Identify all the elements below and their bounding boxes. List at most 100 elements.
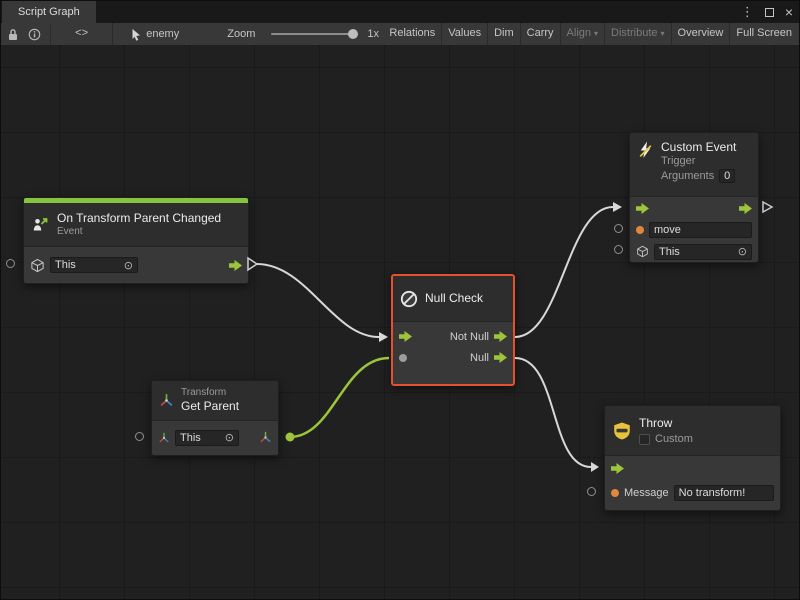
node-custom-event[interactable]: Custom Event Trigger Arguments 0 move xyxy=(629,132,759,263)
zoom-slider-handle[interactable] xyxy=(348,29,358,39)
input-port-circle[interactable] xyxy=(6,259,15,268)
string-input-port[interactable] xyxy=(611,489,619,497)
wire-null-to-throw xyxy=(515,358,591,467)
node-header: Custom Event Trigger Arguments 0 xyxy=(630,133,758,197)
zoom-label: Zoom xyxy=(227,28,255,40)
transform-icon xyxy=(159,393,174,408)
tab-bar: Script Graph ⋮ × xyxy=(1,1,799,23)
flow-port-row xyxy=(605,456,780,480)
node-header: On Transform Parent Changed Event xyxy=(24,203,248,247)
node-throw[interactable]: Throw Custom Message No transform! xyxy=(604,405,781,511)
object-picker-icon: ⊙ xyxy=(221,431,234,444)
values-button[interactable]: Values xyxy=(441,23,487,45)
value-output-dot xyxy=(286,433,295,442)
input-port-circle[interactable] xyxy=(614,224,623,233)
message-label: Message xyxy=(624,487,669,499)
value-input-port[interactable] xyxy=(399,354,407,362)
node-subtitle: Event xyxy=(57,226,221,238)
custom-event-bolt-icon xyxy=(637,140,654,160)
toolbar-separator xyxy=(112,23,113,45)
graph-window: Script Graph ⋮ × <> enemy Zoom 1x Relati… xyxy=(0,0,800,600)
window-controls: ⋮ × xyxy=(741,1,793,23)
port-label: Null xyxy=(470,352,489,364)
chevron-down-icon: ▾ xyxy=(594,29,598,38)
graph-cursor-icon xyxy=(131,28,142,41)
tab-label: Script Graph xyxy=(18,6,80,18)
arguments-label: Arguments xyxy=(661,170,714,182)
chevron-down-icon: ▾ xyxy=(661,29,665,38)
target-dropdown[interactable]: This ⊙ xyxy=(175,430,239,446)
flow-input-port-icon[interactable] xyxy=(636,203,649,214)
cube-icon xyxy=(636,245,649,258)
flow-input-port-icon[interactable] xyxy=(399,331,412,342)
close-icon[interactable]: × xyxy=(785,1,793,23)
overview-button[interactable]: Overview xyxy=(671,23,730,45)
cube-icon xyxy=(30,258,45,273)
node-title: Throw xyxy=(639,416,693,431)
graph-canvas[interactable]: On Transform Parent Changed Event This ⊙ xyxy=(1,45,799,599)
event-name-field[interactable]: move xyxy=(649,222,752,238)
flow-end-triangle xyxy=(763,202,772,212)
transform-icon xyxy=(158,432,170,444)
target-dropdown[interactable]: This ⊙ xyxy=(50,257,138,273)
event-name-row: move xyxy=(630,219,758,241)
toolbar-separator xyxy=(50,23,51,45)
relations-button[interactable]: Relations xyxy=(383,23,441,45)
message-field[interactable]: No transform! xyxy=(674,485,774,501)
lock-icon[interactable] xyxy=(7,28,19,41)
info-icon[interactable] xyxy=(28,28,41,41)
flow-output-port-icon[interactable] xyxy=(229,260,242,271)
zoom-slider[interactable] xyxy=(271,33,355,35)
align-button[interactable]: Align▾ xyxy=(560,23,604,45)
graph-name: enemy xyxy=(146,28,179,40)
input-port-circle[interactable] xyxy=(135,432,144,441)
target-port-row: This ⊙ xyxy=(152,421,278,454)
wire-notnull-to-customevent xyxy=(515,207,613,337)
flow-output-port-icon[interactable] xyxy=(739,203,752,214)
fullscreen-button[interactable]: Full Screen xyxy=(729,23,798,45)
transform-output-port-icon[interactable] xyxy=(259,431,272,444)
tab-script-graph[interactable]: Script Graph xyxy=(2,1,96,23)
target-dropdown[interactable]: This ⊙ xyxy=(654,244,752,260)
input-port-circle[interactable] xyxy=(614,245,623,254)
target-port-row: This ⊙ xyxy=(630,241,758,262)
node-header: Transform Get Parent xyxy=(152,381,278,421)
flow-port-row xyxy=(630,197,758,219)
node-on-transform-parent-changed[interactable]: On Transform Parent Changed Event This ⊙ xyxy=(23,197,249,284)
code-icon[interactable]: <> xyxy=(75,28,88,40)
node-title: Get Parent xyxy=(181,399,239,414)
node-get-parent[interactable]: Transform Get Parent This ⊙ xyxy=(151,380,279,456)
distribute-button[interactable]: Distribute▾ xyxy=(604,23,670,45)
flow-output-port-icon[interactable] xyxy=(494,352,507,363)
message-port-row: Message No transform! xyxy=(605,480,780,506)
null-port-row: Null xyxy=(393,347,513,368)
wire-getparent-to-nullcheck xyxy=(290,358,389,437)
carry-button[interactable]: Carry xyxy=(520,23,560,45)
flow-output-port-icon[interactable] xyxy=(494,331,507,342)
maximize-icon[interactable] xyxy=(765,8,774,17)
kebab-menu-icon[interactable]: ⋮ xyxy=(741,1,754,23)
object-picker-icon: ⊙ xyxy=(734,245,747,258)
node-title: Null Check xyxy=(425,291,483,306)
node-null-check[interactable]: Null Check Not Null Null xyxy=(391,274,515,386)
toolbar-buttons: Relations Values Dim Carry Align▾ Distri… xyxy=(383,23,798,45)
custom-checkbox[interactable] xyxy=(639,434,650,445)
node-category: Transform xyxy=(181,387,239,399)
event-person-icon xyxy=(31,216,50,234)
string-input-port[interactable] xyxy=(636,226,644,234)
flow-start-triangle xyxy=(248,258,257,270)
custom-label: Custom xyxy=(655,433,693,445)
null-check-icon xyxy=(400,290,418,308)
zoom-value: 1x xyxy=(367,28,379,40)
flow-input-port-icon[interactable] xyxy=(611,463,624,474)
node-subtitle: Trigger xyxy=(661,155,736,167)
wire-arrowhead xyxy=(591,462,599,472)
wire-event-to-nullcheck xyxy=(257,264,379,337)
arguments-count-field[interactable]: 0 xyxy=(719,169,735,183)
port-label: Not Null xyxy=(450,331,489,343)
object-picker-icon: ⊙ xyxy=(120,259,133,272)
not-null-port-row: Not Null xyxy=(393,326,513,347)
dim-button[interactable]: Dim xyxy=(487,23,520,45)
node-title: Custom Event xyxy=(661,140,736,155)
input-port-circle[interactable] xyxy=(587,487,596,496)
